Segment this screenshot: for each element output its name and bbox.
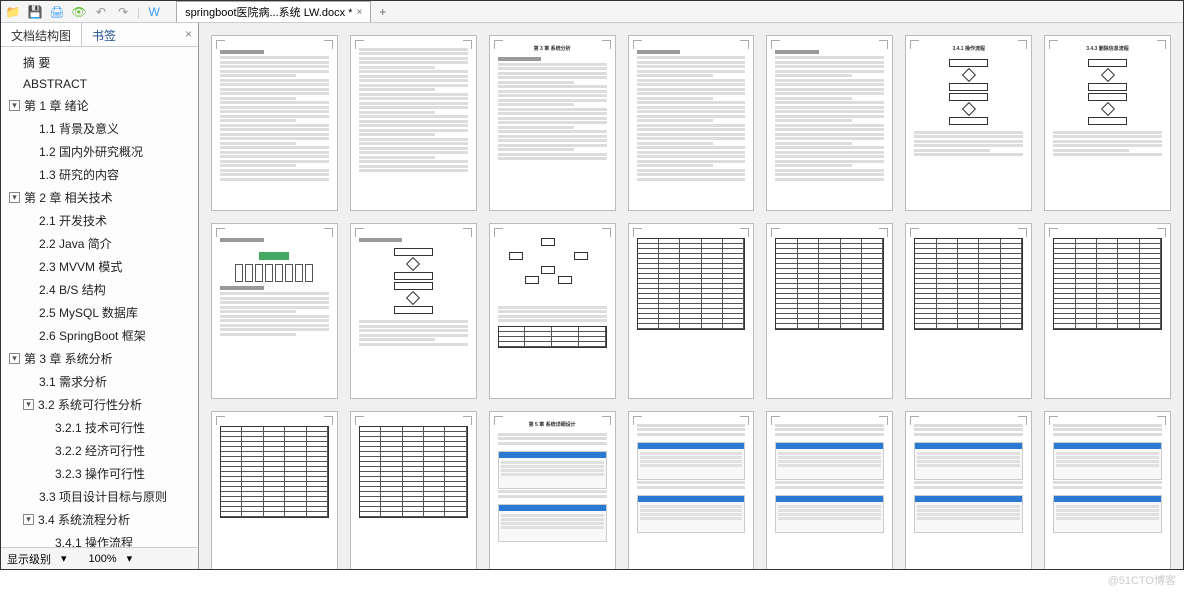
outline-item[interactable]: 2.4 B/S 结构 bbox=[1, 278, 198, 301]
page-thumbnail[interactable] bbox=[211, 35, 338, 211]
page-thumbnail[interactable] bbox=[350, 411, 477, 569]
outline-item[interactable]: 摘 要 bbox=[1, 51, 198, 74]
outline-item[interactable]: 3.4.1 操作流程 bbox=[1, 531, 198, 547]
sidebar-close-icon[interactable]: × bbox=[179, 23, 198, 46]
outline-item[interactable]: 3.3 项目设计目标与原则 bbox=[1, 485, 198, 508]
page-thumbnail[interactable] bbox=[350, 35, 477, 211]
outline-label: 第 3 章 系统分析 bbox=[24, 350, 113, 367]
outline-item[interactable]: 2.5 MySQL 数据库 bbox=[1, 301, 198, 324]
outline-label: 2.3 MVVM 模式 bbox=[39, 258, 122, 275]
outline-label: ABSTRACT bbox=[23, 77, 87, 91]
page-thumbnail[interactable] bbox=[766, 35, 893, 211]
folder-icon[interactable]: 📁 bbox=[5, 4, 21, 20]
main-toolbar: 📁 💾 🖨 👁 ↶ ↷ | W springboot医院病...系统 LW.do… bbox=[1, 1, 1183, 23]
collapse-icon[interactable]: ▾ bbox=[9, 192, 20, 203]
outline-label: 3.2.1 技术可行性 bbox=[55, 419, 145, 436]
page-thumbnail[interactable] bbox=[628, 223, 755, 399]
zoom-dropdown[interactable]: ▾ bbox=[127, 552, 133, 565]
outline-item[interactable]: 3.2.3 操作可行性 bbox=[1, 462, 198, 485]
add-tab-button[interactable]: + bbox=[371, 3, 394, 21]
outline-item[interactable]: 1.1 背景及意义 bbox=[1, 117, 198, 140]
print-icon[interactable]: 🖨 bbox=[49, 4, 65, 20]
page-thumbnail[interactable] bbox=[905, 223, 1032, 399]
tab-bookmark[interactable]: 书签 bbox=[82, 23, 126, 46]
page-thumbnail[interactable] bbox=[905, 411, 1032, 569]
outline-label: 摘 要 bbox=[23, 54, 50, 71]
level-dropdown[interactable]: ▾ bbox=[61, 552, 67, 565]
outline-label: 3.2 系统可行性分析 bbox=[38, 396, 142, 413]
outline-item[interactable]: ▾ 第 1 章 绪论 bbox=[1, 94, 198, 117]
outline-label: 2.6 SpringBoot 框架 bbox=[39, 327, 146, 344]
outline-item[interactable]: 1.3 研究的内容 bbox=[1, 163, 198, 186]
tab-title: springboot医院病...系统 LW.docx * bbox=[185, 4, 352, 20]
document-outline: 摘 要ABSTRACT▾第 1 章 绪论1.1 背景及意义1.2 国内外研究概况… bbox=[1, 47, 198, 547]
preview-icon[interactable]: 👁 bbox=[71, 4, 87, 20]
outline-item[interactable]: 2.3 MVVM 模式 bbox=[1, 255, 198, 278]
outline-label: 第 1 章 绪论 bbox=[24, 97, 89, 114]
sidebar-tabs: 文档结构图 书签 × bbox=[1, 23, 198, 47]
page-thumbnail[interactable] bbox=[1044, 223, 1171, 399]
outline-item[interactable]: 1.2 国内外研究概况 bbox=[1, 140, 198, 163]
document-tab[interactable]: springboot医院病...系统 LW.docx * × bbox=[176, 1, 371, 22]
outline-item[interactable]: ▾ 3.2 系统可行性分析 bbox=[1, 393, 198, 416]
outline-item[interactable]: ▾ 3.4 系统流程分析 bbox=[1, 508, 198, 531]
collapse-icon[interactable]: ▾ bbox=[9, 353, 20, 364]
outline-item[interactable]: 3.2.2 经济可行性 bbox=[1, 439, 198, 462]
outline-item[interactable]: 3.1 需求分析 bbox=[1, 370, 198, 393]
outline-label: 1.2 国内外研究概况 bbox=[39, 143, 143, 160]
outline-label: 2.4 B/S 结构 bbox=[39, 281, 106, 298]
outline-label: 3.3 项目设计目标与原则 bbox=[39, 488, 167, 505]
collapse-icon[interactable]: ▾ bbox=[23, 399, 34, 410]
outline-item[interactable]: ▾ 第 2 章 相关技术 bbox=[1, 186, 198, 209]
page-thumbnail[interactable] bbox=[628, 35, 755, 211]
page-thumbnail[interactable] bbox=[211, 223, 338, 399]
outline-item[interactable]: ABSTRACT bbox=[1, 74, 198, 94]
page-thumbnail[interactable]: 3.4.1 操作流程 bbox=[905, 35, 1032, 211]
page-thumbnail[interactable] bbox=[489, 223, 616, 399]
page-thumbnail[interactable]: 第 5 章 系统详细设计 bbox=[489, 411, 616, 569]
outline-label: 3.2.3 操作可行性 bbox=[55, 465, 145, 482]
page-thumbnail[interactable] bbox=[350, 223, 477, 399]
redo-icon[interactable]: ↷ bbox=[115, 4, 131, 20]
outline-item[interactable]: 2.6 SpringBoot 框架 bbox=[1, 324, 198, 347]
page-thumbnail[interactable]: 3.4.3 删除信息流程 bbox=[1044, 35, 1171, 211]
pages-grid: 第 3 章 系统分析 3.4.1 操作流程3.4.3 删除信息流程第 5 章 系统… bbox=[211, 35, 1171, 569]
outline-item[interactable]: 2.1 开发技术 bbox=[1, 209, 198, 232]
wps-icon[interactable]: W bbox=[146, 4, 162, 20]
outline-label: 2.2 Java 简介 bbox=[39, 235, 112, 252]
outline-label: 2.1 开发技术 bbox=[39, 212, 107, 229]
close-icon[interactable]: × bbox=[356, 7, 362, 18]
page-thumbnails-area[interactable]: 第 3 章 系统分析 3.4.1 操作流程3.4.3 删除信息流程第 5 章 系统… bbox=[199, 23, 1183, 569]
outline-label: 3.2.2 经济可行性 bbox=[55, 442, 145, 459]
level-label: 显示级别 bbox=[7, 551, 51, 567]
outline-label: 1.3 研究的内容 bbox=[39, 166, 119, 183]
outline-item[interactable]: 2.2 Java 简介 bbox=[1, 232, 198, 255]
undo-icon[interactable]: ↶ bbox=[93, 4, 109, 20]
outline-item[interactable]: 3.2.1 技术可行性 bbox=[1, 416, 198, 439]
outline-label: 3.1 需求分析 bbox=[39, 373, 107, 390]
outline-label: 第 2 章 相关技术 bbox=[24, 189, 113, 206]
sidebar: 文档结构图 书签 × 摘 要ABSTRACT▾第 1 章 绪论1.1 背景及意义… bbox=[1, 23, 199, 569]
collapse-icon[interactable]: ▾ bbox=[23, 514, 34, 525]
outline-item[interactable]: ▾ 第 3 章 系统分析 bbox=[1, 347, 198, 370]
page-thumbnail[interactable]: 第 3 章 系统分析 bbox=[489, 35, 616, 211]
zoom-value: 100% bbox=[89, 553, 117, 565]
outline-label: 3.4.1 操作流程 bbox=[55, 534, 133, 547]
save-icon[interactable]: 💾 bbox=[27, 4, 43, 20]
watermark: @51CTO博客 bbox=[1108, 572, 1176, 588]
sidebar-footer: 显示级别 ▾ 100% ▾ bbox=[1, 547, 198, 569]
tab-structure[interactable]: 文档结构图 bbox=[1, 23, 82, 46]
page-thumbnail[interactable] bbox=[766, 411, 893, 569]
page-thumbnail[interactable] bbox=[211, 411, 338, 569]
outline-label: 2.5 MySQL 数据库 bbox=[39, 304, 138, 321]
outline-label: 3.4 系统流程分析 bbox=[38, 511, 130, 528]
page-thumbnail[interactable] bbox=[766, 223, 893, 399]
page-thumbnail[interactable] bbox=[1044, 411, 1171, 569]
page-thumbnail[interactable] bbox=[628, 411, 755, 569]
collapse-icon[interactable]: ▾ bbox=[9, 100, 20, 111]
document-tabs: springboot医院病...系统 LW.docx * × + bbox=[176, 1, 394, 22]
outline-label: 1.1 背景及意义 bbox=[39, 120, 119, 137]
